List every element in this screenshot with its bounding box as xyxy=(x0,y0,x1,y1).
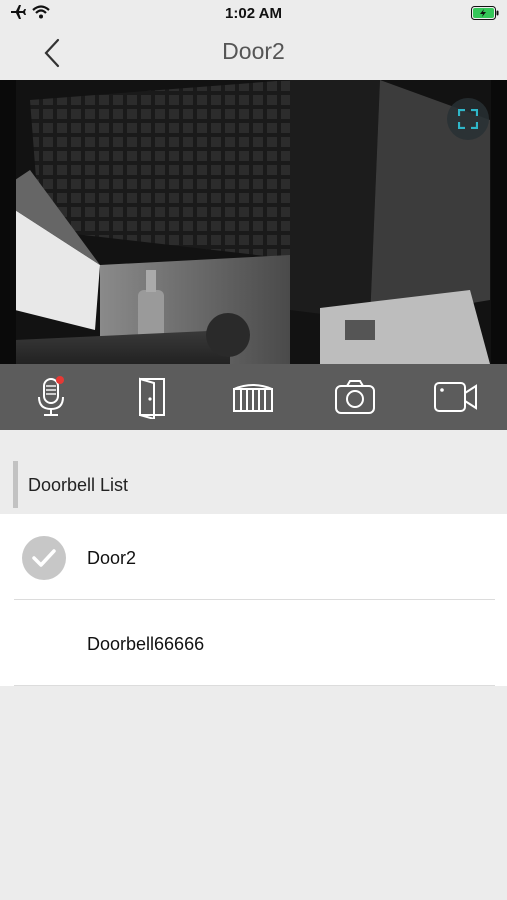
status-bar: 1:02 AM xyxy=(0,0,507,26)
section-title: Doorbell List xyxy=(28,475,129,495)
video-frame xyxy=(0,80,507,364)
page-title: Door2 xyxy=(222,38,285,64)
unlock-door-button[interactable] xyxy=(124,369,180,425)
doorbell-list: Door2 Doorbell66666 xyxy=(0,514,507,686)
live-video-view[interactable] xyxy=(0,80,507,364)
open-gate-button[interactable] xyxy=(225,369,281,425)
fullscreen-button[interactable] xyxy=(447,98,489,140)
divider xyxy=(14,685,495,686)
doorbell-list-header: Doorbell List xyxy=(0,430,507,514)
doorbell-name: Doorbell66666 xyxy=(87,634,205,654)
microphone-icon xyxy=(37,376,64,416)
record-video-button[interactable] xyxy=(428,369,484,425)
camera-icon xyxy=(334,380,375,414)
section-accent-bar xyxy=(13,461,18,508)
fullscreen-icon xyxy=(458,109,478,129)
battery-charging-icon xyxy=(471,6,499,25)
door-icon xyxy=(139,377,166,419)
list-item[interactable]: Door2 xyxy=(0,514,507,600)
microphone-button[interactable] xyxy=(23,369,79,425)
status-time: 1:02 AM xyxy=(225,5,282,22)
doorbell-name: Door2 xyxy=(87,548,137,568)
checkmark-icon xyxy=(22,536,66,580)
video-record-icon xyxy=(434,382,478,412)
snapshot-button[interactable] xyxy=(327,369,383,425)
video-control-bar xyxy=(0,364,507,430)
gate-icon xyxy=(233,384,274,412)
navigation-bar: Door2 xyxy=(0,26,507,80)
list-item[interactable]: Doorbell66666 xyxy=(0,600,507,686)
